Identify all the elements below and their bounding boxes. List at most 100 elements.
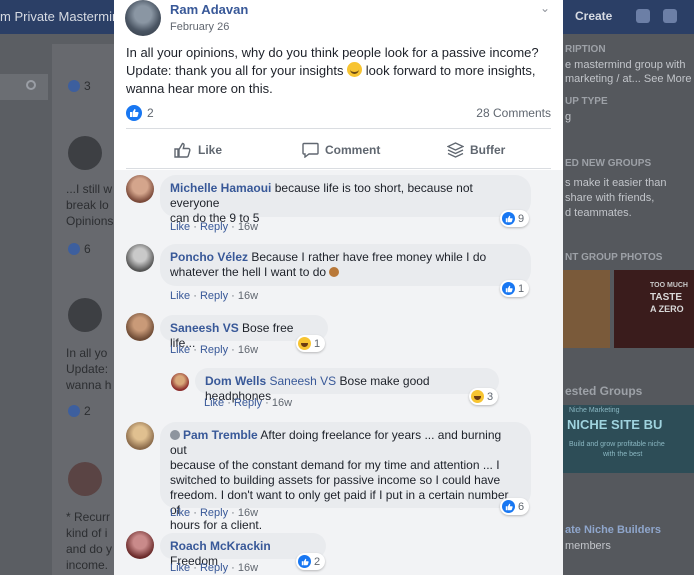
buffer-button[interactable]: Buffer bbox=[447, 140, 505, 160]
comment-time[interactable]: 16w bbox=[238, 507, 258, 519]
comment-reactions[interactable]: 1 bbox=[296, 335, 326, 352]
commenter-name[interactable]: Poncho Vélez bbox=[170, 250, 248, 264]
background-description: e mastermind group with bbox=[565, 59, 686, 71]
like-reaction-icon bbox=[502, 500, 515, 513]
comment-reactions[interactable]: 6 bbox=[500, 498, 530, 515]
comment-actions: Like · Reply · 16w bbox=[204, 397, 293, 409]
background-like-icon bbox=[68, 405, 80, 417]
background-new-groups-text: share with friends, bbox=[565, 192, 655, 204]
group-badge-icon bbox=[170, 430, 180, 440]
comment-reply-link[interactable]: Reply bbox=[200, 562, 228, 574]
background-heading: ested Groups bbox=[565, 384, 643, 398]
post-text-line: In all your opinions, why do you think p… bbox=[126, 45, 539, 60]
background-avatar bbox=[68, 462, 102, 496]
background-group-type: g bbox=[565, 111, 572, 123]
background-snippet: break lo bbox=[66, 198, 109, 212]
comment-time[interactable]: 16w bbox=[238, 562, 258, 574]
comment-actions: Like · Reply · 16w bbox=[170, 507, 259, 519]
comment-like-link[interactable]: Like bbox=[204, 397, 224, 409]
comment-like-link[interactable]: Like bbox=[170, 562, 190, 574]
commenter-avatar[interactable] bbox=[126, 175, 154, 203]
reaction-count: 2 bbox=[147, 106, 154, 120]
commenter-avatar[interactable] bbox=[126, 244, 154, 272]
comment-reply-link[interactable]: Reply bbox=[200, 344, 228, 356]
background-description: marketing / at... See More bbox=[565, 73, 692, 85]
post-date[interactable]: February 26 bbox=[170, 21, 229, 33]
background-snippet: * Recurr bbox=[66, 510, 111, 524]
background-suggested-banner: Niche Marketing NICHE SITE BU Build and … bbox=[563, 405, 694, 473]
comment-reactions[interactable]: 1 bbox=[500, 280, 530, 297]
buffer-button-label: Buffer bbox=[470, 143, 506, 157]
photo-caption: TASTE bbox=[650, 292, 683, 303]
comment-time[interactable]: 16w bbox=[272, 397, 292, 409]
background-like-count: 3 bbox=[84, 79, 91, 93]
author-name[interactable]: Ram Adavan bbox=[170, 2, 248, 17]
commenter-avatar[interactable] bbox=[126, 313, 154, 341]
comment-time[interactable]: 16w bbox=[238, 344, 258, 356]
comment-button[interactable]: Comment bbox=[302, 140, 380, 160]
comment-reply-link[interactable]: Reply bbox=[200, 290, 228, 302]
background-search-box bbox=[0, 74, 48, 100]
tagged-user[interactable]: Saneesh VS bbox=[269, 374, 336, 388]
post-reactions[interactable]: 2 bbox=[126, 105, 154, 121]
background-heading: RIPTION bbox=[565, 44, 606, 55]
background-new-groups-text: s make it easier than bbox=[565, 177, 667, 189]
chevron-down-icon[interactable]: ⌄ bbox=[540, 1, 550, 15]
comment-reactions[interactable]: 3 bbox=[469, 388, 499, 405]
background-like-icon bbox=[68, 243, 80, 255]
comment-reply-link[interactable]: Reply bbox=[200, 221, 228, 233]
comment-reply-link[interactable]: Reply bbox=[200, 507, 228, 519]
like-button[interactable]: Like bbox=[174, 140, 222, 160]
commenter-name[interactable]: Saneesh VS bbox=[170, 321, 239, 335]
reaction-count: 1 bbox=[518, 282, 525, 295]
author-avatar[interactable] bbox=[125, 0, 161, 36]
comment-time[interactable]: 16w bbox=[238, 290, 258, 302]
reaction-count: 1 bbox=[314, 337, 321, 350]
comment-count-link[interactable]: 28 Comments bbox=[476, 106, 551, 120]
background-avatar bbox=[68, 298, 102, 332]
divider bbox=[126, 168, 551, 169]
like-reaction-icon bbox=[502, 212, 515, 225]
banner-text: Build and grow profitable niche bbox=[569, 441, 665, 448]
post-text-segment: Update: thank you all for your insights bbox=[126, 63, 348, 78]
comment-like-link[interactable]: Like bbox=[170, 344, 190, 356]
comment-reactions[interactable]: 9 bbox=[500, 210, 530, 227]
background-create-label: Create bbox=[575, 9, 613, 23]
background-snippet: Opinions bbox=[66, 214, 114, 228]
comment-actions: Like · Reply · 16w bbox=[170, 344, 259, 356]
divider bbox=[126, 128, 551, 129]
commenter-avatar[interactable] bbox=[126, 422, 154, 450]
like-reaction-icon bbox=[298, 555, 311, 568]
comment-reactions[interactable]: 2 bbox=[296, 553, 326, 570]
comment-like-link[interactable]: Like bbox=[170, 221, 190, 233]
photo-caption: TOO MUCH bbox=[650, 282, 688, 289]
comment-actions: Like · Reply · 16w bbox=[170, 221, 259, 233]
comment-bubble: Pam Tremble After doing freelance for ye… bbox=[160, 422, 531, 532]
commenter-avatar[interactable] bbox=[171, 373, 189, 391]
thumbs-up-icon bbox=[174, 142, 191, 158]
commenter-avatar[interactable] bbox=[126, 531, 154, 559]
comment-like-link[interactable]: Like bbox=[170, 507, 190, 519]
commenter-name[interactable]: Michelle Hamaoui bbox=[170, 181, 271, 195]
like-reaction-icon bbox=[502, 282, 515, 295]
reaction-count: 2 bbox=[314, 555, 321, 568]
background-group-title: m Private Mastermind bbox=[0, 9, 127, 24]
money-bag-emoji-icon bbox=[329, 267, 340, 277]
background-snippet: wanna h bbox=[66, 378, 112, 392]
background-like-count: 2 bbox=[84, 404, 91, 418]
commenter-name[interactable]: Dom Wells bbox=[205, 374, 266, 388]
like-button-label: Like bbox=[198, 143, 223, 157]
comment-reply-link[interactable]: Reply bbox=[234, 397, 262, 409]
comment-actions: Like · Reply · 16w bbox=[170, 290, 259, 302]
friends-icon bbox=[636, 9, 650, 23]
commenter-name[interactable]: Roach McKrackin bbox=[170, 539, 271, 553]
post-text-line: Update: thank you all for your insights … bbox=[126, 62, 551, 80]
haha-reaction-icon bbox=[471, 390, 484, 403]
background-suggested-name: ate Niche Builders bbox=[565, 524, 661, 536]
post-text: In all your opinions, why do you think p… bbox=[126, 44, 551, 98]
background-group-photo: TOO MUCH TASTE A ZERO bbox=[614, 270, 694, 348]
commenter-name[interactable]: Pam Tremble bbox=[183, 428, 258, 442]
comment-like-link[interactable]: Like bbox=[170, 290, 190, 302]
comment-time[interactable]: 16w bbox=[238, 221, 258, 233]
like-reaction-icon bbox=[126, 105, 142, 121]
